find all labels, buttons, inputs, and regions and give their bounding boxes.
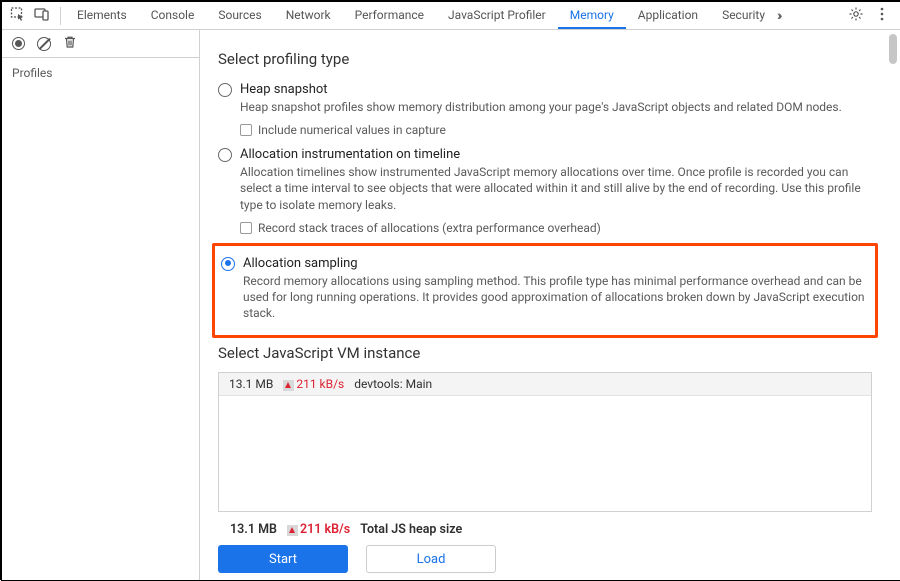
total-label: Total JS heap size (360, 522, 462, 537)
inspect-tools (8, 6, 56, 25)
total-heap-row: 13.1 MB 211 kB/s Total JS heap size (218, 512, 872, 545)
more-tabs-icon[interactable]: ›› (777, 8, 783, 24)
vm-instance-row[interactable]: 13.1 MB 211 kB/s devtools: Main (219, 373, 871, 396)
heap-desc: Heap snapshot profiles show memory distr… (240, 99, 872, 115)
action-buttons: Start Load (218, 545, 872, 580)
radio-allocation-sampling[interactable] (221, 257, 235, 271)
tab-elements[interactable]: Elements (65, 2, 139, 29)
devtools-tabstrip: ElementsConsoleSourcesNetworkPerformance… (2, 2, 900, 30)
profiles-sidebar: Profiles (2, 30, 200, 580)
tab-javascript-profiler[interactable]: JavaScript Profiler (436, 2, 558, 29)
profiling-type-title: Select profiling type (218, 50, 872, 68)
vm-instance-title: Select JavaScript VM instance (218, 344, 872, 362)
device-toolbar-icon[interactable] (34, 6, 50, 25)
divider (60, 7, 61, 25)
settings-gear-icon[interactable] (848, 6, 864, 25)
vm-name: devtools: Main (354, 377, 432, 391)
tab-security[interactable]: Security (710, 2, 777, 29)
vm-size: 13.1 MB (229, 377, 273, 391)
up-arrow-icon (287, 525, 298, 536)
start-button[interactable]: Start (218, 545, 348, 573)
delete-icon[interactable] (63, 35, 77, 52)
vm-instance-list: 13.1 MB 211 kB/s devtools: Main (218, 372, 872, 512)
sidebar-toolbar (2, 30, 199, 58)
tab-memory[interactable]: Memory (558, 2, 626, 29)
heap-label: Heap snapshot (240, 82, 872, 97)
vm-rate: 211 kB/s (283, 377, 344, 391)
tab-performance[interactable]: Performance (343, 2, 436, 29)
timeline-label: Allocation instrumentation on timeline (240, 147, 872, 162)
tab-sources[interactable]: Sources (206, 2, 273, 29)
checkbox-include-numerical[interactable] (240, 124, 252, 136)
option-allocation-timeline[interactable]: Allocation instrumentation on timeline A… (218, 143, 872, 241)
tab-application[interactable]: Application (626, 2, 710, 29)
highlight-allocation-sampling: Allocation sampling Record memory alloca… (212, 243, 878, 339)
total-rate: 211 kB/s (287, 522, 350, 537)
sampling-label: Allocation sampling (243, 256, 867, 271)
sampling-desc: Record memory allocations using sampling… (243, 273, 867, 322)
record-button[interactable] (12, 37, 25, 50)
panel-tabs: ElementsConsoleSourcesNetworkPerformance… (65, 2, 777, 29)
sidebar-section-label: Profiles (2, 58, 199, 88)
radio-heap-snapshot[interactable] (218, 83, 232, 97)
radio-allocation-timeline[interactable] (218, 148, 232, 162)
option-heap-snapshot[interactable]: Heap snapshot Heap snapshot profiles sho… (218, 78, 872, 143)
tab-network[interactable]: Network (274, 2, 343, 29)
heap-check-label: Include numerical values in capture (258, 123, 446, 137)
total-size: 13.1 MB (230, 522, 277, 537)
clear-button[interactable] (37, 37, 51, 51)
up-arrow-icon (283, 380, 294, 391)
memory-panel-content: Select profiling type Heap snapshot Heap… (200, 30, 900, 580)
checkbox-record-stack-traces[interactable] (240, 222, 252, 234)
load-button[interactable]: Load (366, 545, 496, 573)
timeline-desc: Allocation timelines show instrumented J… (240, 164, 872, 213)
kebab-menu-icon[interactable] (874, 6, 890, 25)
scrollbar[interactable] (886, 30, 900, 580)
timeline-check-label: Record stack traces of allocations (extr… (258, 221, 601, 235)
inspect-element-icon[interactable] (10, 6, 26, 25)
option-allocation-sampling[interactable]: Allocation sampling Record memory alloca… (217, 252, 867, 328)
tab-console[interactable]: Console (139, 2, 207, 29)
